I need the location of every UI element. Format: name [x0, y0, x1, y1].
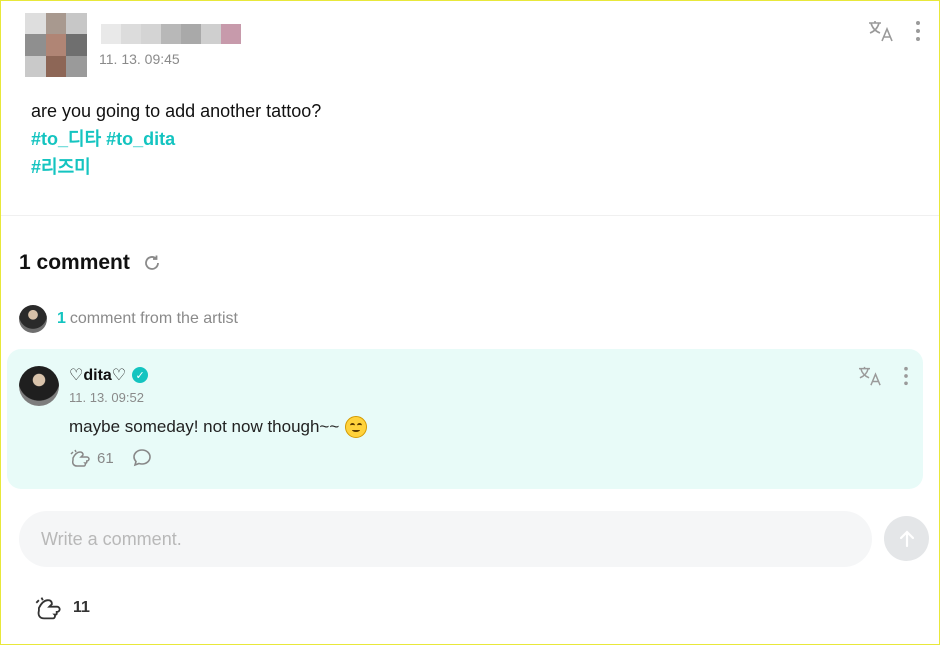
post-like-button[interactable]: 11	[33, 595, 90, 621]
comment-author-name: ♡dita♡	[69, 367, 127, 384]
artist-comment-count: 1	[57, 310, 66, 327]
post-actions	[867, 19, 921, 43]
author-name-redacted[interactable]	[101, 24, 241, 44]
post-body: are you going to add another tattoo? #to…	[31, 97, 321, 181]
post: 11. 13. 09:45 are you going to add anoth…	[1, 1, 939, 216]
translate-icon[interactable]	[857, 365, 883, 387]
like-hand-icon	[35, 597, 61, 620]
verified-badge-icon: ✓	[132, 367, 149, 383]
more-vertical-icon[interactable]	[915, 20, 921, 42]
like-hand-icon	[70, 449, 90, 467]
artist-comment-filter[interactable]: 1 comment from the artist	[19, 305, 238, 333]
artist-comment-summary: 1 comment from the artist	[57, 310, 238, 328]
comments-title: 1 comment	[19, 251, 130, 274]
post-like-count: 11	[73, 599, 90, 616]
translate-icon[interactable]	[867, 19, 895, 43]
more-vertical-icon[interactable]	[903, 366, 909, 386]
author-avatar[interactable]	[25, 13, 87, 77]
artist-comment-card: ♡dita♡ ✓ 11. 13. 09:52 maybe someday! no…	[7, 349, 923, 489]
comment-input[interactable]	[19, 511, 872, 567]
hashtag-link[interactable]: #리즈미	[31, 157, 91, 177]
hashtag-link[interactable]: #to_dita	[106, 129, 175, 149]
comment-author[interactable]: ♡dita♡ ✓	[69, 365, 149, 385]
artist-avatar	[19, 305, 47, 333]
comment-card-actions	[857, 365, 909, 387]
post-timestamp: 11. 13. 09:45	[99, 51, 180, 67]
send-button[interactable]	[884, 516, 929, 561]
smiling-face-emoji	[345, 416, 368, 438]
comment-like-count: 61	[97, 449, 114, 467]
refresh-icon[interactable]	[142, 253, 162, 273]
comment-composer	[19, 511, 872, 567]
comment-body: maybe someday! not now though~~	[69, 417, 340, 436]
artist-comment-label: comment from the artist	[69, 310, 238, 327]
hashtag-link[interactable]: #to_디타	[31, 129, 101, 149]
comment-text: maybe someday! not now though~~	[69, 416, 368, 438]
arrow-up-icon	[899, 529, 914, 547]
post-text: are you going to add another tattoo?	[31, 101, 322, 121]
comment-author-avatar[interactable]	[19, 366, 59, 406]
reply-bubble-icon[interactable]	[132, 448, 152, 468]
comment-like-button[interactable]: 61	[69, 448, 114, 468]
comments-header: 1 comment	[19, 251, 162, 275]
comment-timestamp: 11. 13. 09:52	[69, 390, 144, 405]
comment-actions: 61	[69, 448, 152, 468]
